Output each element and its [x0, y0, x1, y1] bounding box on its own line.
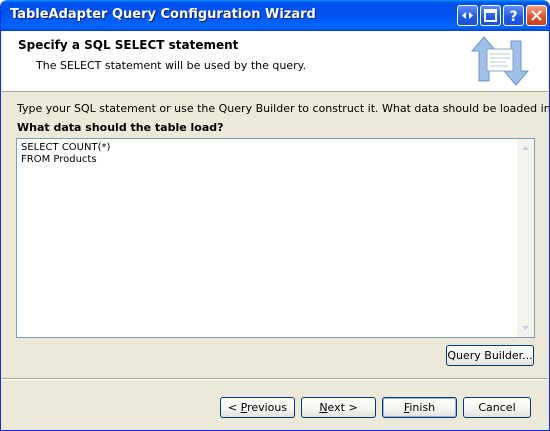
close-button[interactable]	[526, 5, 547, 26]
previous-prefix: <	[227, 401, 241, 414]
sql-text[interactable]: SELECT COUNT(*) FROM Products	[21, 142, 110, 166]
previous-rest: revious	[247, 401, 288, 414]
cancel-label: Cancel	[478, 401, 516, 414]
next-rest: ext >	[327, 401, 358, 414]
sql-statement-textarea[interactable]: SELECT COUNT(*) FROM Products	[16, 138, 535, 338]
instruction-text: Type your SQL statement or use the Query…	[17, 102, 550, 115]
help-arrows-icon	[462, 12, 473, 19]
finish-button[interactable]: Finish	[382, 397, 457, 418]
wizard-window: TableAdapter Query Configuration Wizard …	[0, 0, 550, 431]
svg-text:?: ?	[509, 9, 517, 25]
restore-icon	[484, 9, 497, 22]
help-button[interactable]: ?	[503, 5, 524, 26]
next-button[interactable]: Next >	[301, 397, 376, 418]
wizard-arrows-icon	[470, 36, 530, 86]
close-icon	[531, 10, 542, 21]
scroll-down-icon	[522, 326, 529, 330]
next-accel: N	[319, 401, 328, 414]
previous-button[interactable]: < Previous	[220, 397, 295, 418]
page-title: Specify a SQL SELECT statement	[18, 38, 239, 52]
restore-button[interactable]	[480, 5, 501, 26]
window-title: TableAdapter Query Configuration Wizard	[10, 7, 316, 22]
query-builder-button[interactable]: Query Builder...	[446, 345, 534, 366]
footer-separator	[2, 378, 548, 380]
finish-rest: inish	[409, 401, 436, 414]
query-builder-label: Query Builder...	[447, 349, 533, 362]
scroll-up-icon	[522, 146, 529, 150]
title-bar[interactable]: TableAdapter Query Configuration Wizard …	[1, 0, 549, 31]
vertical-scrollbar[interactable]	[517, 139, 534, 337]
scroll-up-button[interactable]	[517, 139, 534, 156]
page-subtitle: The SELECT statement will be used by the…	[36, 59, 307, 72]
cancel-button[interactable]: Cancel	[463, 397, 531, 418]
question-label: What data should the table load?	[17, 121, 224, 134]
context-arrows-button[interactable]	[457, 5, 478, 26]
wizard-header: Specify a SQL SELECT statement The SELEC…	[2, 31, 548, 92]
scroll-down-button[interactable]	[517, 320, 534, 337]
help-icon: ?	[509, 9, 517, 25]
